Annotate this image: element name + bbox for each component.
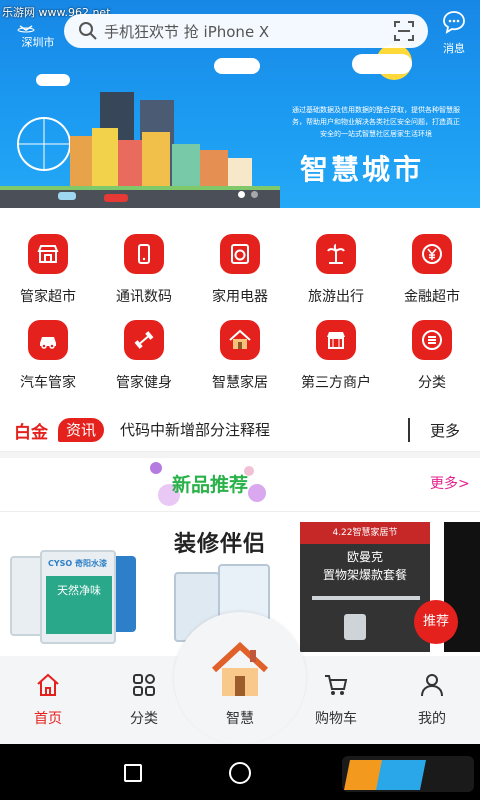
phone-icon xyxy=(124,234,164,274)
decorative-bubble xyxy=(248,484,266,502)
category-label: 金融超市 xyxy=(404,289,460,305)
category-item-merchants[interactable]: 第三方商户 xyxy=(288,320,384,392)
tab-label: 我的 xyxy=(418,711,446,727)
category-label: 分类 xyxy=(418,375,446,391)
shelf-image xyxy=(312,596,420,600)
category-label: 通讯数码 xyxy=(116,289,172,305)
banner-title: 智慧城市 xyxy=(300,153,425,186)
dumbbell-icon xyxy=(124,320,164,360)
city-label: 深圳市 xyxy=(21,36,55,49)
user-icon xyxy=(421,674,443,697)
962-logo-image xyxy=(342,756,474,792)
app-screen: 乐游网 www.962.net 深圳市 手机狂欢节 抢 iPhone X 消息 … xyxy=(0,0,480,800)
promo-brand: 欧曼克 xyxy=(346,550,383,564)
recommend-badge[interactable]: 推荐 xyxy=(414,600,458,644)
tab-label: 购物车 xyxy=(315,711,357,727)
tab-category[interactable]: 分类 xyxy=(96,672,192,728)
paint-bucket-image: CYSO 奇阳水漆 天然净味 xyxy=(40,550,116,644)
category-label: 管家健身 xyxy=(116,375,172,391)
holder-image xyxy=(344,614,366,640)
message-button[interactable]: 消息 xyxy=(434,10,474,56)
chat-bubble-icon xyxy=(443,11,465,34)
product-card-paint[interactable]: CYSO 奇阳水漆 天然净味 xyxy=(0,522,150,652)
product-card-shelf[interactable]: 4.22智慧家居节 欧曼克 置物架爆款套餐 xyxy=(300,522,430,652)
category-item-car[interactable]: 汽车管家 xyxy=(0,320,96,392)
news-ticker[interactable]: 白金 资讯 代码中新增部分注释程 更多 xyxy=(0,408,480,452)
cart-icon xyxy=(325,675,348,695)
news-tag-badge: 资讯 xyxy=(58,418,105,442)
message-label: 消息 xyxy=(443,42,465,55)
promo-banner: 4.22智慧家居节 xyxy=(300,522,430,544)
tab-cart[interactable]: 购物车 xyxy=(288,672,384,728)
news-more-link[interactable]: 更多 xyxy=(430,420,460,441)
category-item-digital[interactable]: 通讯数码 xyxy=(96,234,192,306)
cloud-illustration xyxy=(352,54,412,74)
category-label: 汽车管家 xyxy=(20,375,76,391)
tab-smart[interactable]: 智慧 xyxy=(192,640,288,728)
recent-apps-button[interactable] xyxy=(124,764,142,782)
home-icon xyxy=(37,673,59,696)
tab-label: 首页 xyxy=(34,711,62,727)
city-selector[interactable]: 深圳市 xyxy=(16,14,60,50)
tab-label: 分类 xyxy=(130,711,158,727)
location-icon xyxy=(17,25,35,33)
paint-label: 天然净味 xyxy=(46,576,112,634)
divider xyxy=(408,418,410,442)
category-label: 家用电器 xyxy=(212,289,268,305)
hero-banner[interactable]: 乐游网 www.962.net 深圳市 手机狂欢节 抢 iPhone X 消息 … xyxy=(0,0,480,208)
category-label: 智慧家居 xyxy=(212,375,268,391)
promo-product: 置物架爆款套餐 xyxy=(322,568,407,582)
category-item-market[interactable]: 管家超市 xyxy=(0,234,96,306)
new-products-title: 新品推荐 xyxy=(172,474,249,496)
decor-heading: 装修伴侣 xyxy=(174,532,267,557)
washer-icon xyxy=(220,234,260,274)
category-label: 第三方商户 xyxy=(301,375,371,391)
category-item-smart-home[interactable]: 智慧家居 xyxy=(192,320,288,392)
list-icon xyxy=(412,320,452,360)
banner-description: 通过基础数据及信用数据的整合获取，提供各种智慧服务，帮助用户和物业解决各类社区安… xyxy=(292,106,460,138)
search-bar[interactable]: 手机狂欢节 抢 iPhone X xyxy=(64,14,428,48)
house-icon xyxy=(220,320,260,360)
shop-icon xyxy=(28,234,68,274)
new-products-more-link[interactable]: 更多> xyxy=(430,473,470,493)
new-products-header: 新品推荐 更多> xyxy=(0,458,480,512)
tab-home[interactable]: 首页 xyxy=(0,672,96,728)
tab-label: 智慧 xyxy=(226,711,254,727)
paint-brand-label: CYSO 奇阳水漆 xyxy=(48,559,108,568)
category-item-appliances[interactable]: 家用电器 xyxy=(192,234,288,306)
cloud-illustration xyxy=(214,58,260,74)
category-label: 旅游出行 xyxy=(308,289,364,305)
yen-icon xyxy=(412,234,452,274)
category-item-fitness[interactable]: 管家健身 xyxy=(96,320,192,392)
carousel-indicator xyxy=(238,183,264,202)
storefront-icon xyxy=(316,320,356,360)
home-system-button[interactable] xyxy=(229,762,251,784)
grid-icon xyxy=(133,674,155,696)
car-icon xyxy=(28,320,68,360)
smart-house-icon xyxy=(211,641,269,696)
news-headline[interactable]: 代码中新增部分注释程 xyxy=(120,419,270,440)
category-item-travel[interactable]: 旅游出行 xyxy=(288,234,384,306)
category-label: 管家超市 xyxy=(20,289,76,305)
tab-profile[interactable]: 我的 xyxy=(384,672,480,728)
scan-icon[interactable] xyxy=(394,21,414,41)
search-placeholder: 手机狂欢节 抢 iPhone X xyxy=(104,23,270,41)
category-item-all[interactable]: 分类 xyxy=(384,320,480,392)
decorative-bubble xyxy=(150,462,162,474)
news-brand: 白金 xyxy=(14,423,48,443)
site-logo xyxy=(342,752,474,796)
palm-tree-icon xyxy=(316,234,356,274)
search-icon xyxy=(79,22,97,40)
category-item-finance[interactable]: 金融超市 xyxy=(384,234,480,306)
